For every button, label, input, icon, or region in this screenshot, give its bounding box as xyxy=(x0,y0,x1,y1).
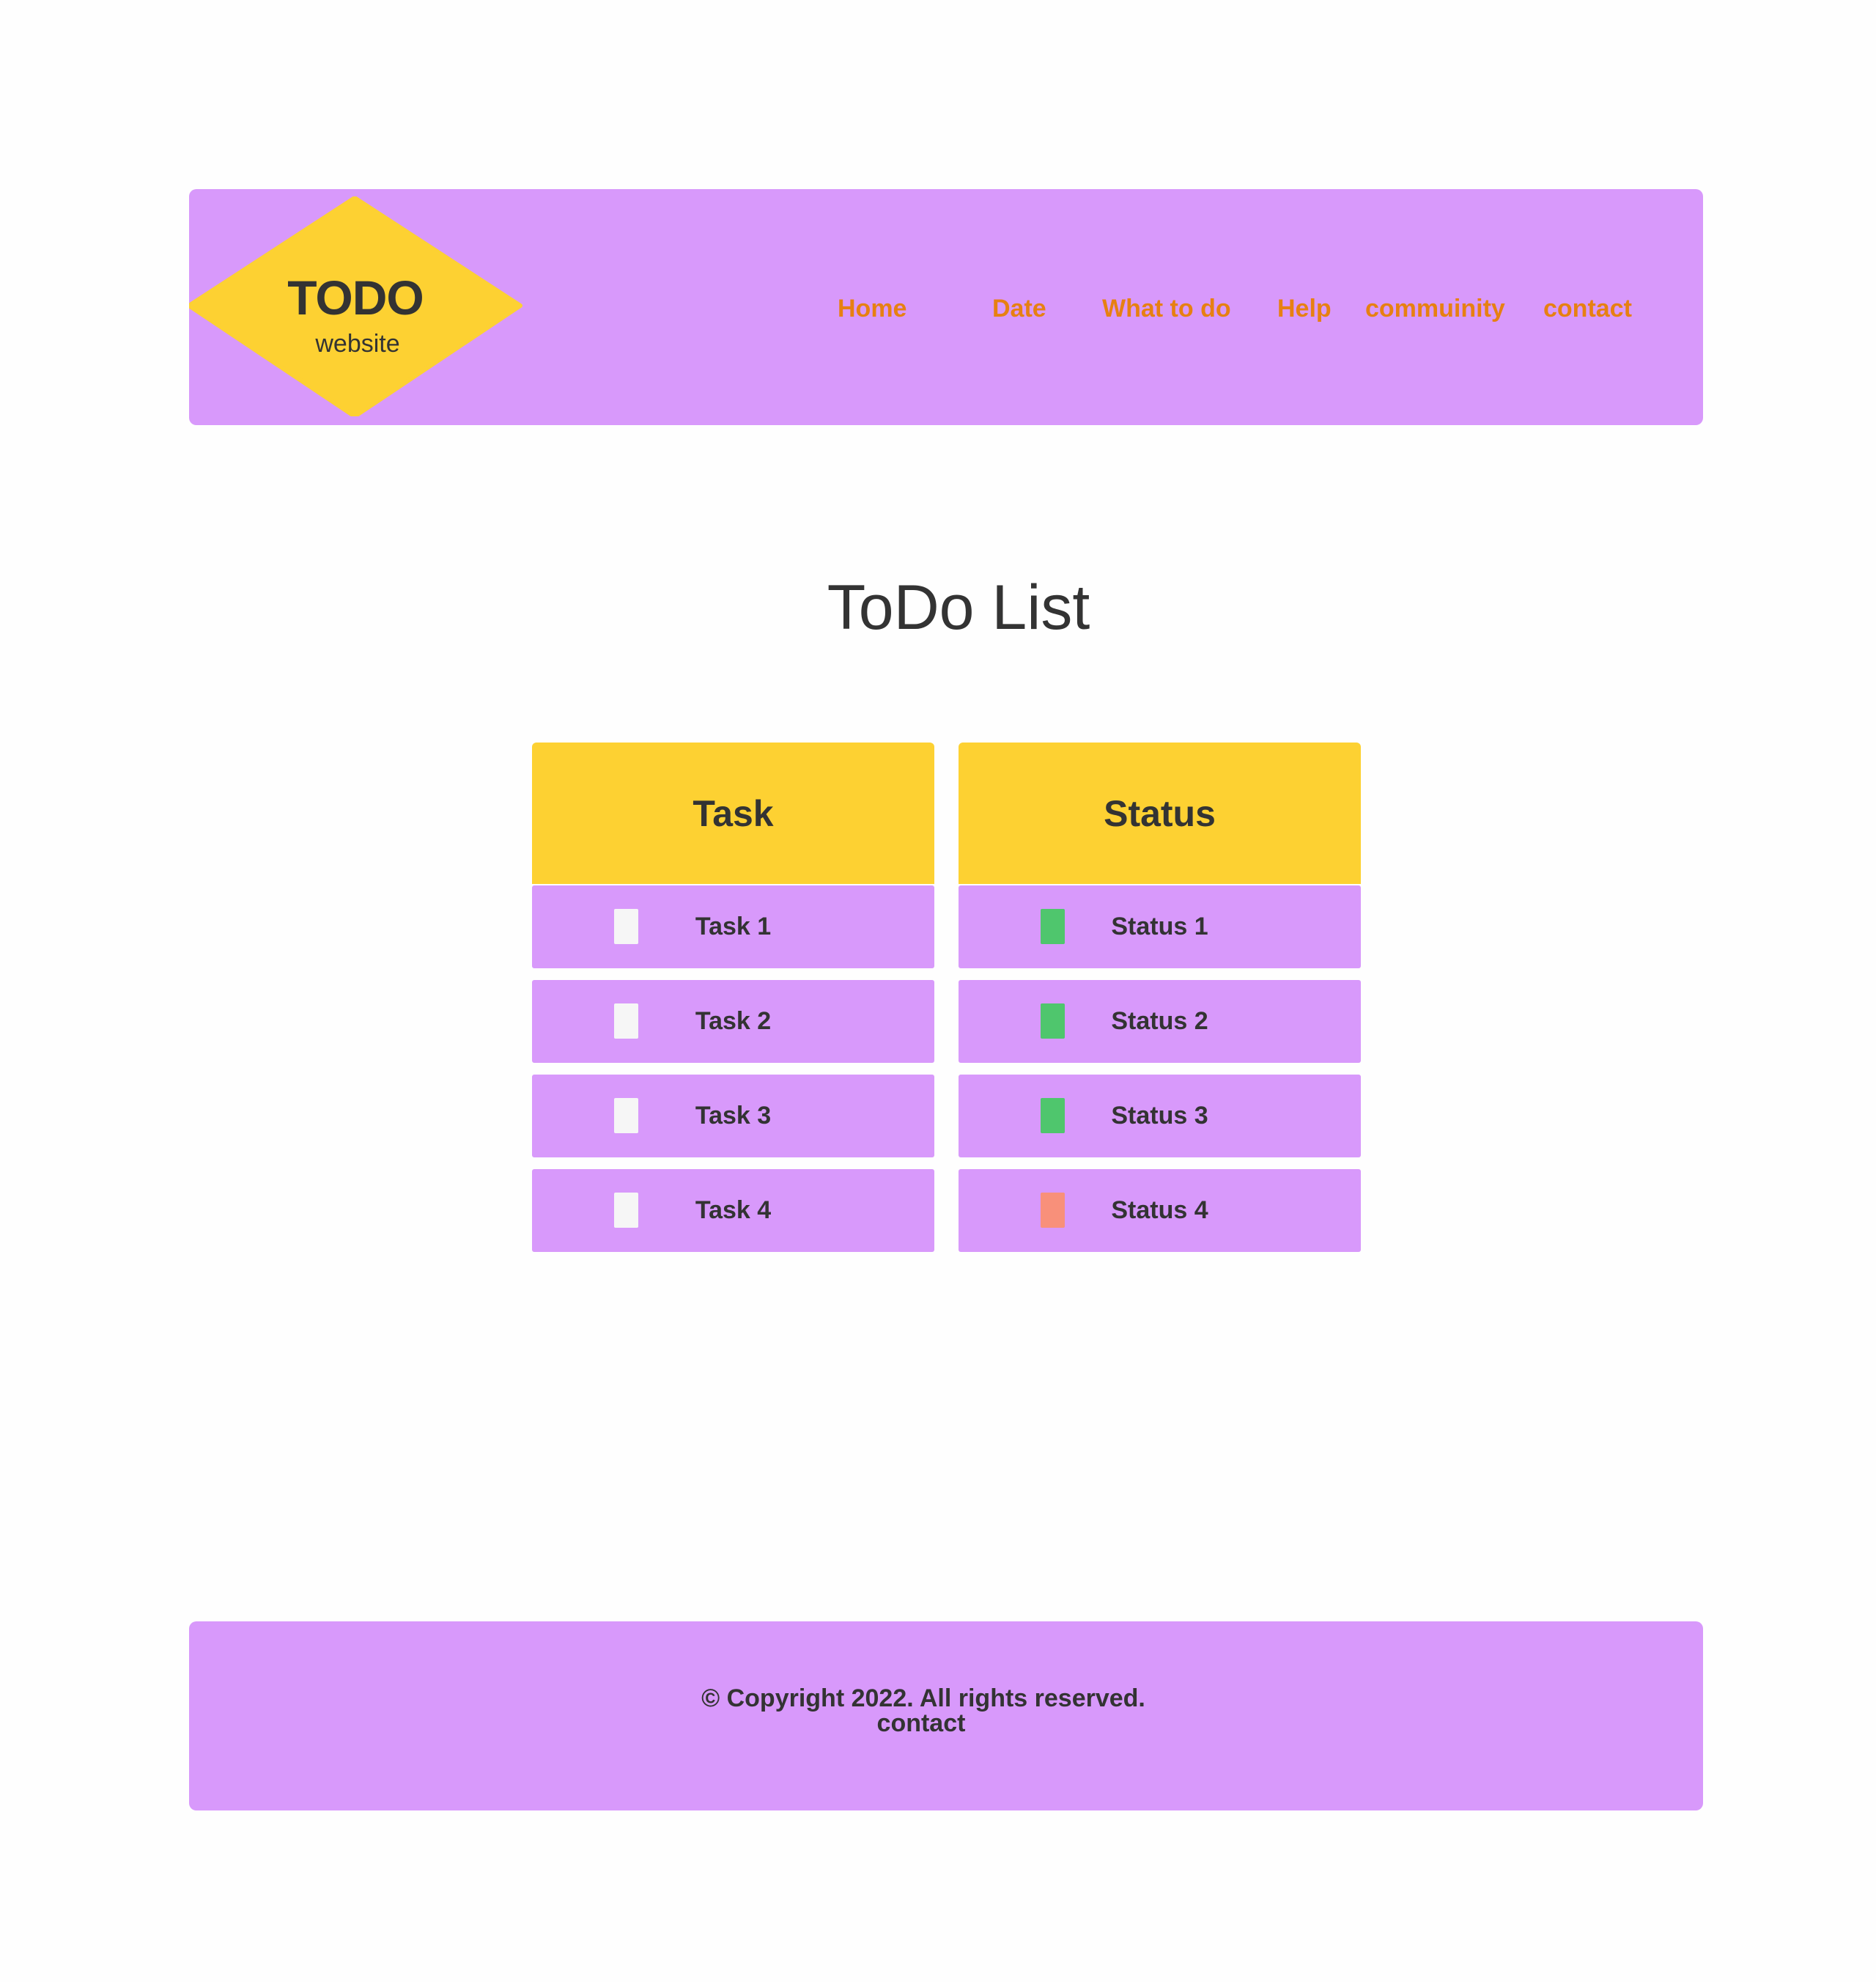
task-row[interactable]: Task 1 xyxy=(532,885,934,968)
status-row[interactable]: Status 4 xyxy=(959,1169,1361,1252)
nav-link-what-to-do[interactable]: What to do xyxy=(1102,295,1231,323)
task-label: Task 2 xyxy=(695,1007,772,1035)
status-row[interactable]: Status 2 xyxy=(959,980,1361,1063)
logo-title: TODO xyxy=(287,270,424,325)
status-label: Status 4 xyxy=(1111,1196,1208,1224)
nav-link-contact[interactable]: contact xyxy=(1543,295,1632,323)
nav-link-community[interactable]: commuinity xyxy=(1365,295,1505,323)
task-row[interactable]: Task 3 xyxy=(532,1075,934,1157)
task-column: Task Task 1 Task 2 Task 3 Task 4 xyxy=(532,743,934,1252)
footer-copyright: © Copyright 2022. All rights reserved. xyxy=(701,1684,1145,1712)
task-column-header: Task xyxy=(532,743,934,884)
task-label: Task 3 xyxy=(695,1102,772,1130)
logo[interactable]: TODO website xyxy=(189,196,522,416)
task-row[interactable]: Task 4 xyxy=(532,1169,934,1252)
status-label: Status 3 xyxy=(1111,1102,1208,1130)
status-column: Status Status 1 Status 2 Status 3 Status… xyxy=(959,743,1361,1252)
task-label: Task 4 xyxy=(695,1196,772,1224)
nav-link-help[interactable]: Help xyxy=(1277,295,1332,323)
logo-subtitle: website xyxy=(315,330,400,358)
status-label: Status 2 xyxy=(1111,1007,1208,1035)
task-label: Task 1 xyxy=(695,913,772,940)
page-title: ToDo List xyxy=(827,572,1090,643)
footer-contact-link[interactable]: contact xyxy=(189,1711,1653,1736)
site-header: TODO website Home Date What to do Help c… xyxy=(189,189,1703,425)
nav-link-date[interactable]: Date xyxy=(992,295,1046,323)
task-row[interactable]: Task 2 xyxy=(532,980,934,1063)
status-row[interactable]: Status 3 xyxy=(959,1075,1361,1157)
status-label: Status 1 xyxy=(1111,913,1208,940)
status-row[interactable]: Status 1 xyxy=(959,885,1361,968)
site-footer: © Copyright 2022. All rights reserved. c… xyxy=(189,1621,1703,1810)
nav-link-home[interactable]: Home xyxy=(838,295,906,323)
status-column-header: Status xyxy=(959,743,1361,884)
